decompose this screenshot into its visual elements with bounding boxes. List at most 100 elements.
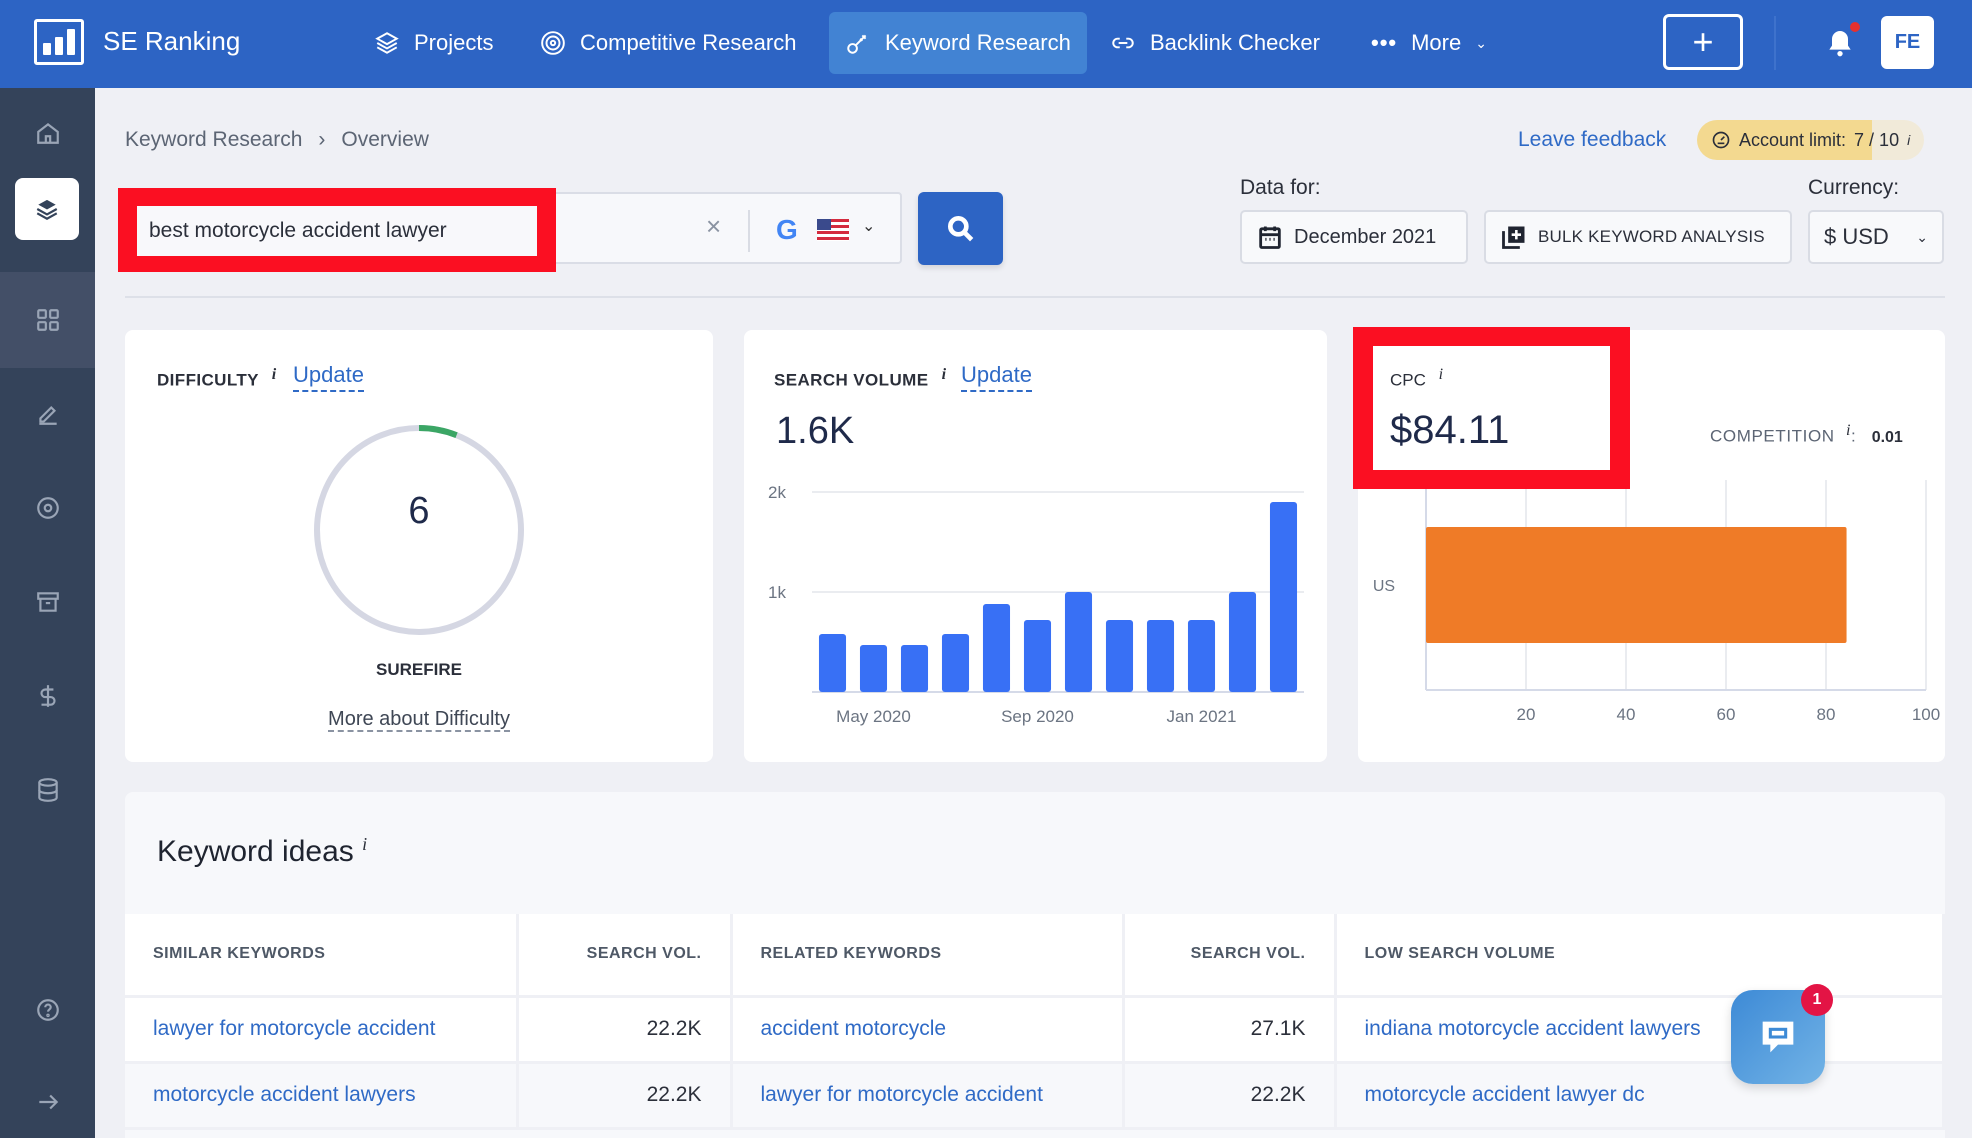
search-button[interactable] <box>918 192 1003 265</box>
bulk-label: BULK KEYWORD ANALYSIS <box>1538 227 1765 246</box>
nav-label: Backlink Checker <box>1150 30 1320 55</box>
home-icon <box>36 122 59 144</box>
col-low-search-volume[interactable]: LOW SEARCH VOLUME <box>1335 914 1945 998</box>
keyword-link[interactable]: motorcycle accident lawyers <box>125 1062 519 1130</box>
date-picker-button[interactable]: December 2021 <box>1240 210 1468 264</box>
bar[interactable] <box>1105 620 1134 692</box>
bar[interactable] <box>900 645 929 692</box>
data-for-label: Data for: <box>1240 176 1321 199</box>
keyword-link[interactable]: lawyer for motorcycle accident <box>125 996 519 1064</box>
se-ranking-logo-icon[interactable] <box>34 19 84 65</box>
info-icon[interactable]: i <box>272 366 277 383</box>
keyword-link[interactable]: indiana motorcycle accident lawyers <box>1335 996 1945 1064</box>
breadcrumb-keyword-research[interactable]: Keyword Research <box>125 128 302 152</box>
nav-competitive-research[interactable]: Competitive Research <box>524 12 812 74</box>
help-icon <box>36 999 59 1021</box>
dots-icon: ••• <box>1371 30 1398 55</box>
search-volume-chart: 1k 2k May 2020 Sep 2020 Jan 2021 <box>768 483 1304 726</box>
bar[interactable] <box>1064 592 1093 692</box>
sidebar-home[interactable] <box>0 103 95 163</box>
link-icon <box>1112 37 1134 49</box>
difficulty-update-link[interactable]: Update <box>293 362 364 392</box>
y-tick-label: 1k <box>768 583 786 602</box>
info-icon[interactable]: i <box>942 366 947 383</box>
col-related-keywords[interactable]: RELATED KEYWORDS <box>731 914 1125 998</box>
sidebar-dashboard[interactable] <box>0 290 95 350</box>
x-tick-label: 80 <box>1817 705 1836 724</box>
breadcrumb: Keyword Research › Overview <box>125 128 429 152</box>
nav-more[interactable]: ••• More ⌄ <box>1355 12 1503 74</box>
keyword-search-input[interactable] <box>137 206 537 256</box>
keyword-ideas-panel: Keyword ideas i SIMILAR KEYWORDS SEARCH … <box>125 792 1945 1138</box>
nav-backlink-checker[interactable]: Backlink Checker <box>1094 12 1336 74</box>
us-flag-icon[interactable] <box>817 219 849 241</box>
brand-name[interactable]: SE Ranking <box>103 26 240 57</box>
difficulty-value: 6 <box>408 490 430 532</box>
search-volume-cell: 27.1K <box>1123 996 1337 1064</box>
keyword-link[interactable]: lawyer for motorcycle accident <box>731 1062 1125 1130</box>
date-label: December 2021 <box>1294 225 1437 248</box>
difficulty-label: SUREFIRE <box>376 660 462 679</box>
nav-divider <box>1774 16 1776 70</box>
search-volume-value: 1.6K <box>776 410 855 452</box>
bar[interactable] <box>1426 527 1847 643</box>
sidebar-database[interactable] <box>0 760 95 820</box>
col-search-vol[interactable]: SEARCH VOL. <box>517 914 733 998</box>
account-limit-value: 7 / 10 <box>1854 129 1900 150</box>
bar[interactable] <box>818 634 847 692</box>
database-icon <box>37 778 58 802</box>
dollar-icon <box>39 685 56 707</box>
pencil-icon <box>38 405 57 425</box>
account-limit-badge[interactable]: Account limit: 7 / 10 i <box>1697 120 1925 160</box>
bar[interactable] <box>982 604 1011 692</box>
x-tick-label: 40 <box>1617 705 1636 724</box>
col-similar-keywords[interactable]: SIMILAR KEYWORDS <box>125 914 519 998</box>
info-icon[interactable]: i <box>1439 366 1443 383</box>
keyword-link[interactable]: motorcycle accident lawyer dc <box>1335 1062 1945 1130</box>
sidebar-help[interactable] <box>0 980 95 1040</box>
clear-icon[interactable]: × <box>706 211 721 242</box>
nav-keyword-research[interactable]: Keyword Research <box>829 12 1087 74</box>
sidebar-content[interactable] <box>0 384 95 444</box>
avatar[interactable]: FE <box>1881 16 1934 69</box>
competition-label: COMPETITION <box>1710 426 1835 446</box>
bar[interactable] <box>1187 620 1216 692</box>
key-icon <box>847 34 867 54</box>
sidebar-archive[interactable] <box>0 572 95 632</box>
google-icon[interactable]: G <box>776 214 798 246</box>
nav-label: More <box>1411 30 1462 55</box>
add-button[interactable]: + <box>1663 14 1743 70</box>
bar[interactable] <box>1146 620 1175 692</box>
search-volume-update-link[interactable]: Update <box>961 362 1032 392</box>
competition: COMPETITION i: 0.01 <box>1710 422 1903 446</box>
col-search-vol[interactable]: SEARCH VOL. <box>1123 914 1337 998</box>
search-volume-card: SEARCH VOLUME i Update 1.6K 1k 2k May 2020… <box>744 330 1327 762</box>
chevron-down-icon[interactable]: ⌄ <box>862 216 875 236</box>
target-icon <box>541 31 565 55</box>
bar[interactable] <box>1023 620 1052 692</box>
info-icon[interactable]: i <box>362 834 367 854</box>
bar[interactable] <box>941 634 970 692</box>
x-tick-label: Jan 2021 <box>1167 707 1237 726</box>
sidebar <box>0 88 95 1138</box>
breadcrumb-separator: › <box>318 128 326 151</box>
currency-select[interactable]: $ USD ⌄ <box>1808 210 1944 264</box>
info-icon[interactable]: i <box>1846 422 1851 439</box>
bar[interactable] <box>859 645 888 692</box>
sidebar-billing[interactable] <box>0 666 95 726</box>
sidebar-expand[interactable] <box>0 1072 95 1132</box>
bulk-keyword-analysis-button[interactable]: BULK KEYWORD ANALYSIS <box>1484 210 1792 264</box>
currency-label: Currency: <box>1808 176 1900 199</box>
x-tick-label: Sep 2020 <box>1001 707 1074 726</box>
leave-feedback-link[interactable]: Leave feedback <box>1518 128 1666 152</box>
bar[interactable] <box>1228 592 1257 692</box>
bar[interactable] <box>1269 502 1298 692</box>
sidebar-projects[interactable] <box>15 178 79 240</box>
sidebar-competitors[interactable] <box>0 478 95 538</box>
info-icon[interactable]: i <box>1907 132 1910 148</box>
search-volume-cell: 22.2K <box>517 1062 733 1130</box>
nav-projects[interactable]: Projects <box>358 12 509 74</box>
scrollbar-gutter[interactable] <box>1945 88 1972 1138</box>
keyword-link[interactable]: accident motorcycle <box>731 996 1125 1064</box>
more-about-difficulty-link[interactable]: More about Difficulty <box>125 708 713 732</box>
